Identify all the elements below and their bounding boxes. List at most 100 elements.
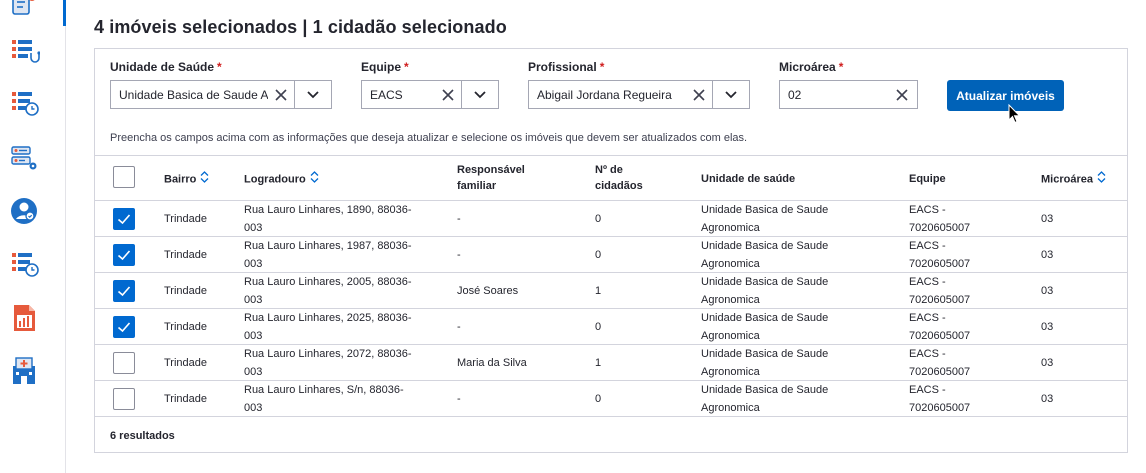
required-marker: * bbox=[217, 60, 222, 74]
row-checkbox[interactable] bbox=[113, 208, 135, 230]
cell-logradouro: Rua Lauro Linhares, 2025, 88036- 003 bbox=[244, 309, 412, 345]
check-icon bbox=[117, 250, 131, 261]
cell-logradouro-line2: 003 bbox=[244, 222, 263, 234]
sort-icon[interactable] bbox=[200, 171, 209, 188]
cell-unidade: Unidade Basica de Saude Agronomica bbox=[701, 381, 828, 417]
column-header-responsavel: Responsável familiar bbox=[457, 162, 525, 194]
cell-equipe-line2: 7020605007 bbox=[909, 366, 971, 378]
unidade-label: Unidade de Saúde * bbox=[110, 60, 222, 74]
cell-logradouro-line2: 003 bbox=[244, 330, 263, 342]
row-checkbox[interactable] bbox=[113, 244, 135, 266]
cell-cidadaos: 1 bbox=[595, 357, 602, 369]
cell-logradouro: Rua Lauro Linhares, S/n, 88036- 003 bbox=[244, 381, 404, 417]
select-all-checkbox[interactable] bbox=[113, 166, 135, 188]
cell-unidade-line2: Agronomica bbox=[701, 330, 760, 342]
cell-microarea: 03 bbox=[1041, 357, 1054, 369]
cell-unidade-line2: Agronomica bbox=[701, 366, 760, 378]
row-checkbox[interactable] bbox=[113, 316, 135, 338]
cell-unidade: Unidade Basica de Saude Agronomica bbox=[701, 309, 828, 345]
cell-logradouro-line1: Rua Lauro Linhares, 2025, 88036- bbox=[244, 312, 412, 324]
profissional-label: Profissional * bbox=[528, 60, 604, 74]
row-divider bbox=[95, 416, 1127, 417]
cell-unidade: Unidade Basica de Saude Agronomica bbox=[701, 273, 828, 309]
sort-icon[interactable] bbox=[1097, 171, 1106, 188]
cell-unidade-line2: Agronomica bbox=[701, 402, 760, 414]
cell-equipe: EACS - 7020605007 bbox=[909, 273, 970, 309]
sidebar-item-records-clock-icon[interactable] bbox=[10, 88, 40, 118]
cell-equipe-line1: EACS - bbox=[909, 276, 946, 288]
cell-logradouro: Rua Lauro Linhares, 2072, 88036- 003 bbox=[244, 345, 412, 381]
cell-bairro: Trindade bbox=[164, 357, 208, 369]
column-header-cidadaos: Nº de cidadãos bbox=[595, 162, 643, 194]
unidade-clear-icon[interactable] bbox=[268, 81, 294, 108]
equipe-clear-icon[interactable] bbox=[435, 81, 461, 108]
cell-responsavel: - bbox=[457, 249, 461, 261]
cell-equipe: EACS - 7020605007 bbox=[909, 237, 970, 273]
unidade-chevron-down-icon[interactable] bbox=[294, 81, 331, 108]
sidebar-item-records-settings-icon[interactable] bbox=[10, 142, 40, 172]
sort-icon[interactable] bbox=[310, 171, 319, 188]
cell-bairro: Trindade bbox=[164, 321, 208, 333]
cell-unidade-line2: Agronomica bbox=[701, 222, 760, 234]
microarea-input[interactable]: 02 bbox=[779, 80, 918, 109]
sidebar-item-health-unit-icon[interactable] bbox=[10, 356, 40, 386]
column-header-unidade: Unidade de saúde bbox=[701, 173, 796, 185]
sidebar-item-schedule-icon[interactable] bbox=[10, 249, 40, 279]
column-header-microarea-text: Microárea bbox=[1041, 173, 1093, 186]
cell-logradouro: Rua Lauro Linhares, 1987, 88036- 003 bbox=[244, 237, 412, 273]
equipe-chevron-down-icon[interactable] bbox=[461, 81, 498, 108]
cell-equipe-line1: EACS - bbox=[909, 384, 946, 396]
microarea-input-value: 02 bbox=[788, 87, 802, 102]
cell-microarea: 03 bbox=[1041, 213, 1054, 225]
update-properties-button[interactable]: Atualizar imóveis bbox=[947, 80, 1064, 111]
row-checkbox[interactable] bbox=[113, 352, 135, 374]
cell-equipe-line1: EACS - bbox=[909, 204, 946, 216]
microarea-clear-icon[interactable] bbox=[887, 81, 917, 108]
cell-equipe-line1: EACS - bbox=[909, 240, 946, 252]
cell-logradouro: Rua Lauro Linhares, 1890, 88036- 003 bbox=[244, 201, 412, 237]
unidade-select[interactable]: Unidade Basica de Saude Agronomica bbox=[110, 80, 332, 109]
required-marker: * bbox=[404, 60, 409, 74]
column-header-cidadaos-line2: cidadãos bbox=[595, 180, 643, 192]
profissional-select[interactable]: Abigail Jordana Regueira bbox=[528, 80, 750, 109]
divider bbox=[95, 155, 1127, 156]
cell-logradouro-line1: Rua Lauro Linhares, 2072, 88036- bbox=[244, 348, 412, 360]
cell-equipe-line2: 7020605007 bbox=[909, 330, 971, 342]
row-checkbox[interactable] bbox=[113, 280, 135, 302]
cell-microarea: 03 bbox=[1041, 285, 1054, 297]
equipe-label-text: Equipe bbox=[361, 60, 402, 74]
cell-responsavel: - bbox=[457, 393, 461, 405]
page-title: 4 imóveis selecionados | 1 cidadão selec… bbox=[94, 17, 507, 37]
column-header-logradouro[interactable]: Logradouro bbox=[244, 171, 319, 188]
required-marker: * bbox=[838, 60, 844, 74]
sidebar-active-indicator bbox=[63, 0, 66, 26]
sidebar-item-records-stethoscope-icon[interactable] bbox=[10, 36, 41, 66]
cell-bairro: Trindade bbox=[164, 213, 208, 225]
profissional-clear-icon[interactable] bbox=[686, 81, 712, 108]
check-icon bbox=[117, 214, 131, 225]
cell-responsavel: Maria da Silva bbox=[457, 357, 527, 369]
column-header-microarea[interactable]: Microárea bbox=[1041, 171, 1106, 188]
cell-unidade-line1: Unidade Basica de Saude bbox=[701, 240, 829, 252]
cell-equipe: EACS - 7020605007 bbox=[909, 201, 970, 237]
cell-equipe: EACS - 7020605007 bbox=[909, 381, 970, 417]
equipe-select[interactable]: EACS bbox=[361, 80, 499, 109]
column-header-cidadaos-line1: Nº de bbox=[595, 164, 623, 176]
check-icon bbox=[117, 322, 131, 333]
check-icon bbox=[117, 286, 131, 297]
row-checkbox[interactable] bbox=[113, 388, 135, 410]
microarea-label: Microárea * bbox=[779, 60, 843, 74]
cell-equipe-line2: 7020605007 bbox=[909, 222, 971, 234]
column-header-bairro-text: Bairro bbox=[164, 173, 197, 186]
profissional-chevron-down-icon[interactable] bbox=[712, 81, 749, 108]
sidebar-item-report-chart-icon[interactable] bbox=[10, 303, 40, 333]
cell-equipe-line2: 7020605007 bbox=[909, 294, 971, 306]
cell-logradouro-line2: 003 bbox=[244, 366, 263, 378]
column-header-bairro[interactable]: Bairro bbox=[164, 171, 209, 188]
required-marker: * bbox=[599, 60, 605, 74]
sidebar-item-list-alert-icon[interactable] bbox=[10, 0, 40, 18]
cell-bairro: Trindade bbox=[164, 285, 208, 297]
cell-logradouro-line1: Rua Lauro Linhares, S/n, 88036- bbox=[244, 384, 404, 396]
sidebar-item-patient-icon[interactable] bbox=[10, 196, 40, 226]
cell-microarea: 03 bbox=[1041, 321, 1054, 333]
